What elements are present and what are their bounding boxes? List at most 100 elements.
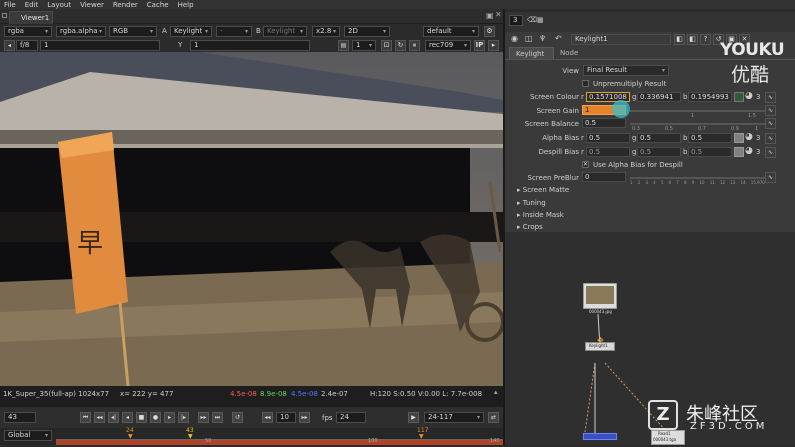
despill-bias-r[interactable]: 0.5 bbox=[586, 147, 630, 157]
node-name-field[interactable]: Keylight1 bbox=[571, 34, 671, 45]
next-frame-icon[interactable]: |▸ bbox=[178, 412, 189, 423]
preblur-slider[interactable] bbox=[630, 177, 765, 179]
view-dropdown[interactable]: Final Result bbox=[583, 65, 669, 76]
menu-edit[interactable]: Edit bbox=[25, 1, 39, 9]
use-alpha-bias-checkbox[interactable]: ✕ bbox=[582, 161, 589, 168]
proxy-icon[interactable]: ▤ bbox=[338, 40, 349, 51]
tab-keylight[interactable]: Keylight bbox=[509, 47, 554, 59]
screen-balance-slider[interactable] bbox=[630, 123, 765, 125]
record-icon[interactable]: ● bbox=[150, 412, 161, 423]
float-pane-icon[interactable]: ▣ bbox=[486, 11, 494, 20]
range-lock-icon[interactable]: ⇄ bbox=[488, 412, 499, 423]
screen-balance-anim-icon[interactable]: ∿ bbox=[765, 118, 776, 129]
timeline-scope-dropdown[interactable]: Global bbox=[4, 430, 52, 441]
prev-keyframe-icon[interactable]: ◂◂ bbox=[94, 412, 105, 423]
node-color-icon[interactable]: ◧ bbox=[674, 34, 685, 45]
node-options-icon[interactable]: ♆ bbox=[539, 34, 546, 43]
zoom-dropdown[interactable]: x2.8 bbox=[312, 26, 340, 37]
close-pane-icon[interactable]: ✕ bbox=[495, 10, 502, 19]
despill-bias-b[interactable]: 0.5 bbox=[688, 147, 732, 157]
alpha-dropdown[interactable]: rgba.alpha bbox=[56, 26, 106, 37]
viewer-image[interactable]: 早 bbox=[0, 52, 503, 386]
step-back-icon[interactable]: ◂◂ bbox=[262, 412, 273, 423]
screen-colour-g[interactable]: 0.336941 bbox=[637, 92, 681, 102]
viewer-settings-icon[interactable]: ⚙ bbox=[484, 26, 495, 37]
despill-bias-badge[interactable]: 3 bbox=[756, 148, 760, 156]
frame-range-field[interactable]: 24-117 bbox=[424, 412, 484, 423]
node-visible-icon[interactable]: ◉ bbox=[511, 34, 518, 43]
ip-button[interactable]: IP bbox=[474, 40, 485, 51]
alpha-bias-badge[interactable]: 3 bbox=[756, 134, 760, 142]
view-mode-dropdown[interactable]: 2D bbox=[344, 26, 390, 37]
step-forward-icon[interactable]: ▸▸ bbox=[299, 412, 310, 423]
colour-wheel-icon[interactable]: ◕ bbox=[745, 91, 753, 101]
input-a2-dropdown[interactable]: - bbox=[216, 26, 252, 37]
fstop-dropdown[interactable]: f/8 bbox=[16, 40, 38, 51]
despill-bias-wheel-icon[interactable]: ◕ bbox=[745, 146, 753, 156]
panel-count-field[interactable]: 3 bbox=[509, 15, 523, 26]
step-field[interactable]: 10 bbox=[276, 412, 296, 423]
playhead-icon[interactable]: ▼ bbox=[188, 433, 193, 440]
loop-icon[interactable]: ↺ bbox=[232, 412, 243, 423]
unpremult-checkbox[interactable] bbox=[582, 80, 589, 87]
menu-cache[interactable]: Cache bbox=[147, 1, 169, 9]
first-frame-icon[interactable]: ⏮ bbox=[80, 412, 91, 423]
play-backward-icon[interactable]: ◂ bbox=[122, 412, 133, 423]
gamma-field[interactable]: 1 bbox=[190, 40, 310, 51]
playback-mode-icon[interactable]: ▶ bbox=[408, 412, 419, 423]
pane-menu-icon[interactable] bbox=[2, 13, 7, 18]
despill-bias-anim-icon[interactable]: ∿ bbox=[765, 147, 776, 158]
pause-icon[interactable]: ⏸ bbox=[409, 40, 420, 51]
viewer-node[interactable] bbox=[583, 433, 617, 440]
info-collapse-icon[interactable]: ▴ bbox=[494, 388, 498, 396]
current-frame-field[interactable]: 43 bbox=[4, 412, 36, 423]
lut-dropdown[interactable]: default bbox=[423, 26, 479, 37]
tab-node[interactable]: Node bbox=[557, 47, 587, 59]
screen-gain-anim-icon[interactable]: ∿ bbox=[765, 105, 776, 116]
screen-gain-slider[interactable] bbox=[630, 110, 765, 112]
alpha-bias-wheel-icon[interactable]: ◕ bbox=[745, 132, 753, 142]
screen-colour-b[interactable]: 0.1954993 bbox=[688, 92, 732, 102]
tab-viewer1[interactable]: Viewer1 bbox=[9, 11, 53, 24]
input-b-dropdown[interactable]: Keylight bbox=[263, 26, 307, 37]
exposure-field[interactable]: 1 bbox=[40, 40, 160, 51]
section-screen-matte[interactable]: ▸ Screen Matte bbox=[517, 186, 569, 194]
preblur-anim-icon[interactable]: ∿ bbox=[765, 172, 776, 183]
screen-balance-field[interactable]: 0.5 bbox=[582, 118, 626, 128]
menu-viewer[interactable]: Viewer bbox=[80, 1, 104, 9]
node-color2-icon[interactable]: ◧ bbox=[687, 34, 698, 45]
alpha-bias-r[interactable]: 0.5 bbox=[586, 133, 630, 143]
marker-start-icon[interactable]: ▼ bbox=[128, 433, 133, 440]
clear-panels-icon[interactable]: ⌫ bbox=[527, 16, 537, 24]
input-a-dropdown[interactable]: Keylight bbox=[170, 26, 212, 37]
channel-count-badge[interactable]: 3 bbox=[756, 93, 760, 101]
roi-icon[interactable]: ⊡ bbox=[381, 40, 392, 51]
section-inside-mask[interactable]: ▸ Inside Mask bbox=[517, 211, 564, 219]
timeline[interactable]: Global 24 ▼ 43 ▼ 117 ▼ 50 100 140 bbox=[0, 427, 503, 445]
screen-colour-anim-icon[interactable]: ∿ bbox=[765, 92, 776, 103]
channels-dropdown[interactable]: rgba bbox=[4, 26, 52, 37]
stop-icon[interactable]: ■ bbox=[136, 412, 147, 423]
section-crops[interactable]: ▸ Crops bbox=[517, 223, 543, 232]
viewer-menu-icon[interactable]: ▸ bbox=[488, 40, 499, 51]
preblur-field[interactable]: 0 bbox=[582, 172, 626, 182]
play-forward-icon[interactable]: ▸ bbox=[164, 412, 175, 423]
fstop-arrow-icon[interactable]: ◂ bbox=[4, 40, 15, 51]
alpha-bias-anim-icon[interactable]: ∿ bbox=[765, 133, 776, 144]
despill-bias-swatch[interactable] bbox=[734, 147, 744, 157]
view-node-icon[interactable]: ◫ bbox=[525, 34, 533, 43]
proxy-dropdown[interactable]: 1 bbox=[352, 40, 376, 51]
alpha-bias-g[interactable]: 0.5 bbox=[637, 133, 681, 143]
node-undo-icon[interactable]: ↶ bbox=[555, 34, 562, 43]
last-frame-icon[interactable]: ⏭ bbox=[212, 412, 223, 423]
section-tuning[interactable]: ▸ Tuning bbox=[517, 199, 546, 207]
menu-layout[interactable]: Layout bbox=[47, 1, 71, 9]
next-keyframe-icon[interactable]: ▸▸ bbox=[198, 412, 209, 423]
prev-frame-icon[interactable]: ◂| bbox=[108, 412, 119, 423]
marker-end-icon[interactable]: ▼ bbox=[419, 433, 424, 440]
node-help-icon[interactable]: ? bbox=[700, 34, 711, 45]
menu-help[interactable]: Help bbox=[178, 1, 194, 9]
screen-colour-swatch[interactable] bbox=[734, 92, 744, 102]
alpha-bias-b[interactable]: 0.5 bbox=[688, 133, 732, 143]
refresh-icon[interactable]: ↻ bbox=[395, 40, 406, 51]
